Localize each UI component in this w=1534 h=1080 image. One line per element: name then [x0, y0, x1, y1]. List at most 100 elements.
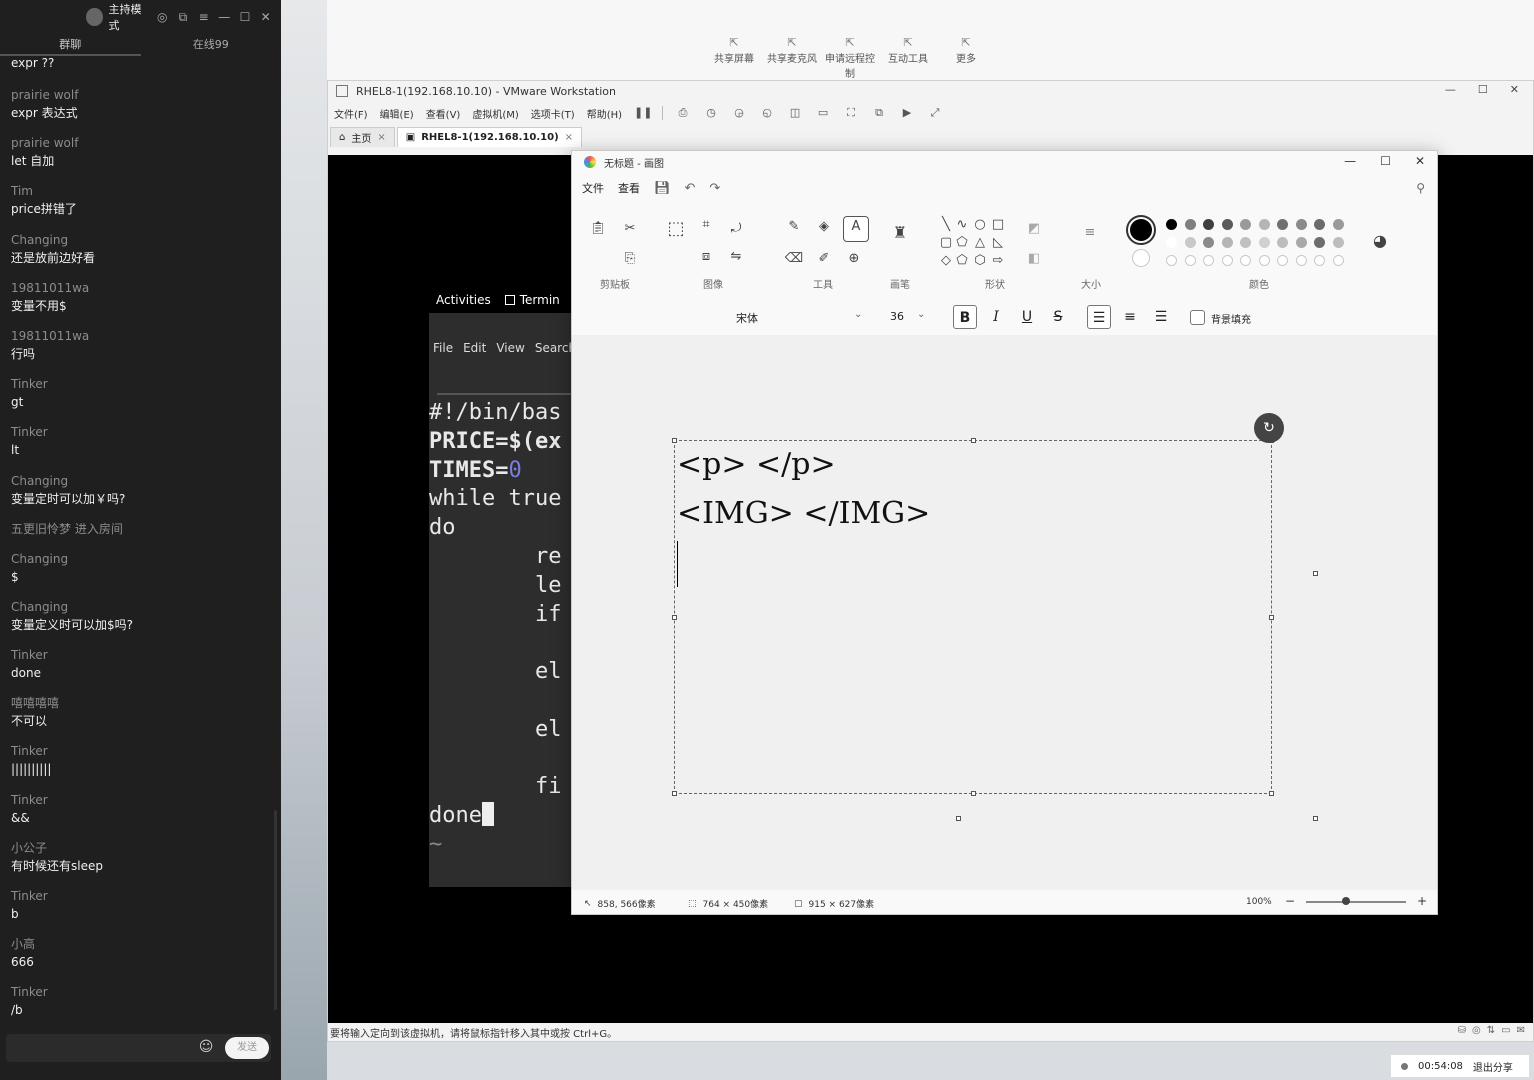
text-tool-icon[interactable]: A	[843, 216, 869, 242]
menu-edit[interactable]: 编辑(E)	[380, 106, 414, 121]
palette-swatch[interactable]	[1184, 237, 1196, 248]
resize-handle[interactable]	[672, 438, 677, 443]
paste-icon[interactable]: 📋︎	[588, 219, 608, 239]
chat-scrollbar[interactable]	[274, 810, 277, 1010]
resize-handle[interactable]	[672, 791, 677, 796]
snapshot-manager-icon[interactable]: ◵	[759, 106, 775, 120]
pencil-icon[interactable]: ✎	[784, 217, 804, 237]
palette-swatch[interactable]	[1277, 237, 1288, 248]
brush-icon[interactable]: ♜	[890, 223, 910, 243]
resize-icon[interactable]: ⧈	[696, 247, 716, 267]
palette-swatch[interactable]	[1240, 237, 1251, 248]
strikethrough-button[interactable]: S	[1046, 305, 1070, 329]
palette-swatch[interactable]	[1240, 219, 1251, 230]
palette-swatch[interactable]	[1221, 237, 1233, 248]
resize-handle[interactable]	[1269, 615, 1274, 620]
terminal-menu-view[interactable]: View	[496, 341, 524, 355]
menu-vm[interactable]: 虚拟机(M)	[472, 106, 518, 121]
custom-color-slot[interactable]	[1258, 255, 1270, 266]
text-box[interactable]: <p> </p> <IMG> </IMG>	[672, 438, 1274, 796]
resize-handle[interactable]	[672, 615, 677, 620]
undo-icon[interactable]: ↶	[685, 181, 696, 196]
send-ctrl-alt-del-icon[interactable]: ⎙	[675, 106, 691, 120]
exit-share-button[interactable]: 退出分享	[1473, 1059, 1513, 1074]
eraser-icon[interactable]: ⌫	[784, 249, 804, 269]
menu-view[interactable]: 查看(V)	[426, 106, 461, 121]
crop-icon[interactable]: ⌗	[696, 215, 716, 235]
resize-handle[interactable]	[1269, 791, 1274, 796]
align-right-button[interactable]: ☰	[1149, 305, 1173, 329]
underline-button[interactable]: U	[1015, 305, 1039, 329]
paint-maximize-icon[interactable]: ☐	[1380, 154, 1391, 168]
popout-icon[interactable]: ⧉	[176, 9, 191, 25]
tab-home[interactable]: ⌂ 主页 ×	[330, 127, 395, 147]
custom-color-slot[interactable]	[1295, 255, 1307, 266]
tab-group-chat[interactable]: 群聊	[0, 34, 141, 56]
zoom-slider-thumb[interactable]	[1342, 897, 1350, 905]
menu-tabs[interactable]: 选项卡(T)	[531, 106, 575, 121]
align-left-button[interactable]: ☰	[1087, 305, 1111, 329]
console-icon[interactable]: ▶	[899, 106, 915, 120]
custom-color-slot[interactable]	[1277, 255, 1288, 266]
terminal-menu-edit[interactable]: Edit	[463, 341, 486, 355]
terminal-window[interactable]: File Edit View Search #!/bin/bas PRICE=$(…	[429, 313, 579, 887]
snapshot-icon[interactable]: ◷	[703, 106, 719, 120]
library-icon[interactable]: ◫	[787, 106, 803, 120]
menu-help[interactable]: 帮助(H)	[587, 106, 622, 121]
resize-handle[interactable]	[971, 791, 976, 796]
custom-color-slot[interactable]	[1203, 255, 1214, 266]
custom-color-slot[interactable]	[1221, 255, 1233, 266]
revert-snapshot-icon[interactable]: ◶	[731, 106, 747, 120]
rotate-icon[interactable]: ⤾	[726, 219, 746, 239]
canvas-resize-handle[interactable]	[1313, 816, 1318, 821]
network-icon[interactable]: ⇅	[1487, 1025, 1495, 1036]
palette-swatch[interactable]	[1314, 219, 1325, 230]
settings-icon[interactable]: ◎	[155, 9, 170, 25]
secondary-color[interactable]	[1132, 249, 1150, 267]
resize-handle[interactable]	[971, 438, 976, 443]
pause-icon[interactable]: ❚❚	[634, 106, 652, 120]
paint-menu-view[interactable]: 查看	[618, 180, 640, 196]
menu-file[interactable]: 文件(F)	[334, 106, 368, 121]
fullscreen-icon[interactable]: ⛶	[843, 106, 859, 120]
custom-color-slot[interactable]	[1166, 255, 1177, 266]
palette-swatch[interactable]	[1258, 219, 1270, 230]
font-family-select[interactable]: 宋体	[736, 310, 758, 326]
vmware-maximize-icon[interactable]: ☐	[1478, 83, 1488, 96]
custom-color-slot[interactable]	[1240, 255, 1251, 266]
canvas-resize-handle[interactable]	[1313, 571, 1318, 576]
message-icon[interactable]: ✉	[1517, 1025, 1525, 1036]
tab-online[interactable]: 在线99	[141, 34, 282, 56]
activities-button[interactable]: Activities	[436, 293, 491, 307]
close-icon[interactable]: ✕	[258, 9, 273, 25]
polygon-icon[interactable]: ⬠	[952, 233, 972, 253]
palette-swatch[interactable]	[1166, 219, 1177, 230]
bold-button[interactable]: B	[953, 305, 977, 329]
paint-canvas[interactable]: <p> </p> <IMG> </IMG> ↻	[572, 335, 1437, 890]
redo-icon[interactable]: ↷	[709, 181, 720, 196]
custom-color-slot[interactable]	[1184, 255, 1196, 266]
align-center-button[interactable]: ≡	[1118, 305, 1142, 329]
cut-icon[interactable]: ✂	[620, 219, 640, 239]
primary-color[interactable]	[1126, 215, 1156, 245]
paint-menu-file[interactable]: 文件	[582, 180, 604, 196]
triangle-icon[interactable]: △	[970, 233, 990, 253]
tab-vm[interactable]: ▣ RHEL8-1(192.168.10.10) ×	[396, 127, 583, 147]
zoom-slider[interactable]	[1306, 901, 1406, 903]
palette-swatch[interactable]	[1314, 237, 1325, 248]
rect-shape-icon[interactable]: □	[988, 215, 1008, 235]
curve-shape-icon[interactable]: ∿	[952, 215, 972, 235]
shape-fill-icon[interactable]: ◧	[1024, 249, 1044, 269]
palette-swatch[interactable]	[1295, 237, 1307, 248]
font-size-select[interactable]: 36	[890, 310, 904, 323]
vmware-close-icon[interactable]: ✕	[1510, 83, 1519, 96]
copy-icon[interactable]: ⎘	[620, 249, 640, 269]
chat-input[interactable]: ☺ 发送	[6, 1034, 271, 1062]
size-icon[interactable]: ≡	[1080, 223, 1100, 243]
menu-icon[interactable]: ≡	[196, 9, 211, 25]
palette-swatch[interactable]	[1203, 219, 1214, 230]
select-icon[interactable]: ⬚	[666, 219, 686, 239]
canvas-resize-handle[interactable]	[956, 816, 961, 821]
terminal-menu-search[interactable]: Search	[535, 341, 576, 355]
right-triangle-icon[interactable]: ◺	[988, 233, 1008, 253]
